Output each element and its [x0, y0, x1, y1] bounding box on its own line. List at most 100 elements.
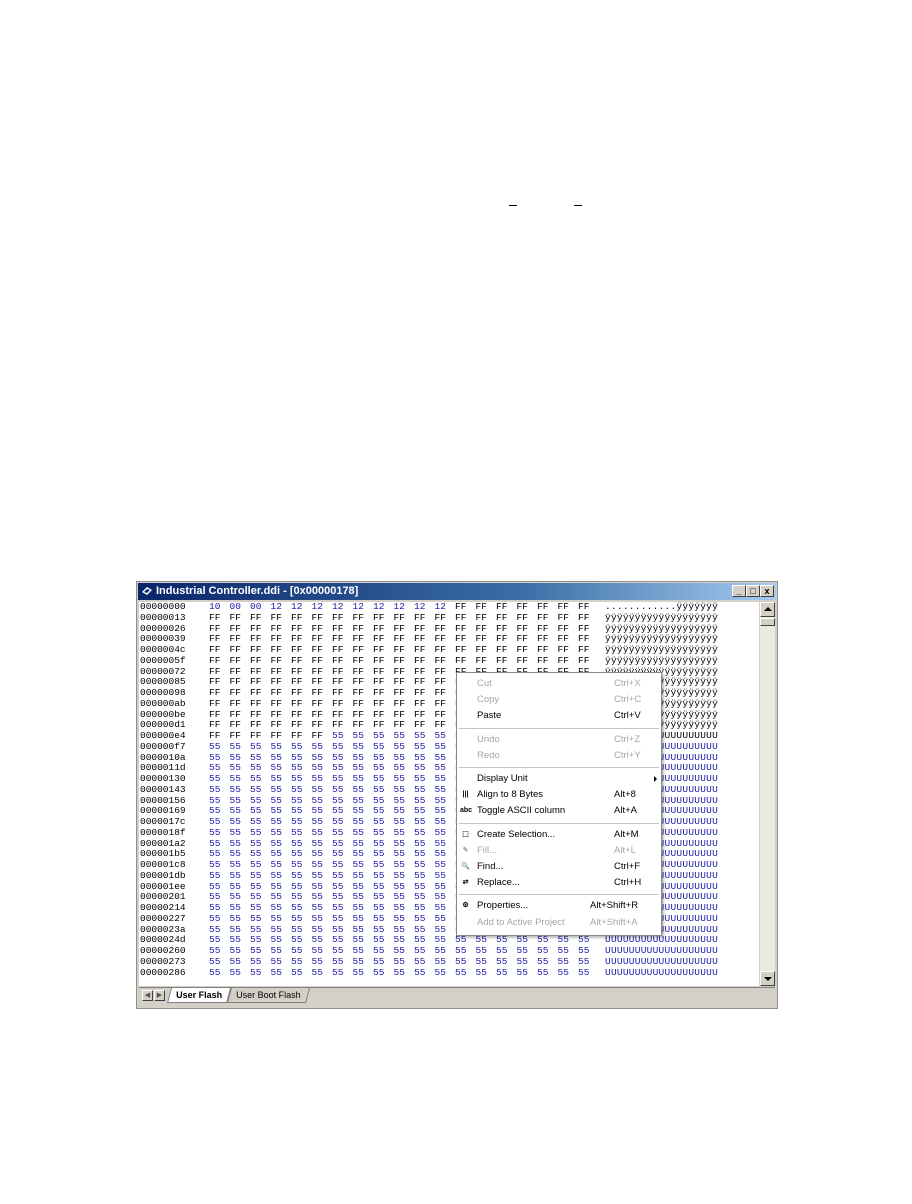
hex-byte[interactable]: 55 — [291, 913, 302, 925]
hex-byte[interactable]: 55 — [414, 827, 425, 839]
hex-byte[interactable]: FF — [578, 612, 589, 624]
hex-byte[interactable]: 55 — [250, 827, 261, 839]
hex-byte[interactable]: 55 — [414, 784, 425, 796]
hex-byte[interactable]: 55 — [230, 967, 241, 979]
hex-byte[interactable]: FF — [414, 698, 425, 710]
hex-byte[interactable]: 55 — [373, 913, 384, 925]
hex-byte[interactable]: 55 — [230, 741, 241, 753]
ascii-column[interactable]: UUUUUUUUUUUUUUUUUUU — [605, 967, 718, 979]
hex-byte[interactable]: 55 — [332, 784, 343, 796]
hex-byte[interactable]: FF — [496, 612, 507, 624]
hex-byte[interactable]: FF — [332, 612, 343, 624]
hex-byte[interactable]: 55 — [250, 784, 261, 796]
hex-byte[interactable]: FF — [517, 612, 528, 624]
hex-byte[interactable]: FF — [353, 612, 364, 624]
hex-byte[interactable]: 55 — [373, 741, 384, 753]
hex-byte[interactable]: 55 — [537, 967, 548, 979]
tab-prev-button[interactable]: ◀ — [142, 990, 153, 1001]
hex-byte[interactable]: FF — [373, 655, 384, 667]
hex-byte[interactable]: 55 — [291, 967, 302, 979]
hex-byte[interactable]: FF — [476, 655, 487, 667]
hex-byte[interactable]: 55 — [476, 956, 487, 968]
hex-byte[interactable]: FF — [496, 655, 507, 667]
hex-byte[interactable]: 55 — [250, 967, 261, 979]
hex-byte[interactable]: FF — [209, 612, 220, 624]
menu-item-align-to-8-bytes[interactable]: ||| Align to 8 Bytes Alt+8 — [457, 787, 661, 803]
hex-byte[interactable]: FF — [271, 655, 282, 667]
hex-byte[interactable]: 55 — [312, 956, 323, 968]
menu-item-replace[interactable]: ⇄ Replace... Ctrl+H — [457, 875, 661, 891]
menu-item-fill[interactable]: ✎ Fill... Alt+L — [457, 843, 661, 859]
hex-byte[interactable]: 55 — [271, 741, 282, 753]
menu-item-find[interactable]: 🔍 Find... Ctrl+F — [457, 859, 661, 875]
hex-byte[interactable]: 55 — [558, 967, 569, 979]
hex-byte[interactable]: 55 — [250, 870, 261, 882]
hex-byte[interactable]: FF — [312, 655, 323, 667]
hex-byte[interactable]: FF — [435, 612, 446, 624]
hex-byte[interactable]: FF — [271, 698, 282, 710]
hex-byte[interactable]: 55 — [435, 784, 446, 796]
hex-byte[interactable]: 55 — [394, 967, 405, 979]
hex-byte[interactable]: 55 — [250, 741, 261, 753]
menu-item-copy[interactable]: Copy Ctrl+C — [457, 692, 661, 708]
hex-byte[interactable]: FF — [414, 612, 425, 624]
hex-byte[interactable]: 55 — [312, 784, 323, 796]
hex-byte[interactable]: 55 — [476, 967, 487, 979]
hex-byte[interactable]: 55 — [353, 967, 364, 979]
hex-byte[interactable]: 55 — [414, 741, 425, 753]
hex-byte[interactable]: 55 — [435, 967, 446, 979]
hex-byte[interactable]: FF — [435, 655, 446, 667]
hex-byte[interactable]: 55 — [332, 827, 343, 839]
hex-byte[interactable]: FF — [312, 698, 323, 710]
hex-byte[interactable]: 55 — [271, 956, 282, 968]
hex-byte[interactable]: 55 — [353, 784, 364, 796]
hex-byte[interactable]: 55 — [394, 741, 405, 753]
hex-byte[interactable]: FF — [230, 698, 241, 710]
hex-byte[interactable]: 55 — [496, 956, 507, 968]
title-bar[interactable]: Industrial Controller.ddi - [0x00000178]… — [138, 583, 776, 600]
hex-byte[interactable]: 55 — [250, 956, 261, 968]
hex-byte[interactable]: FF — [558, 612, 569, 624]
hex-byte[interactable]: FF — [250, 612, 261, 624]
hex-byte[interactable]: 55 — [332, 956, 343, 968]
hex-byte[interactable]: 55 — [435, 870, 446, 882]
hex-byte[interactable]: 55 — [291, 784, 302, 796]
hex-byte[interactable]: 55 — [496, 967, 507, 979]
hex-byte[interactable]: FF — [230, 655, 241, 667]
minimize-button[interactable]: _ — [732, 585, 746, 597]
hex-byte[interactable]: FF — [414, 655, 425, 667]
menu-item-add-to-active-project[interactable]: Add to Active Project Alt+Shift+A — [457, 915, 661, 931]
menu-item-paste[interactable]: Paste Ctrl+V — [457, 708, 661, 724]
hex-byte[interactable]: 55 — [271, 870, 282, 882]
hex-byte[interactable]: 55 — [394, 870, 405, 882]
maximize-button[interactable]: □ — [746, 585, 760, 597]
hex-byte[interactable]: 55 — [312, 827, 323, 839]
hex-byte[interactable]: FF — [209, 698, 220, 710]
hex-byte[interactable]: 55 — [353, 741, 364, 753]
hex-byte[interactable]: 55 — [209, 913, 220, 925]
hex-byte[interactable]: 55 — [271, 967, 282, 979]
hex-byte[interactable]: 55 — [332, 870, 343, 882]
hex-byte[interactable]: 55 — [455, 967, 466, 979]
hex-byte[interactable]: 55 — [230, 870, 241, 882]
hex-byte[interactable]: FF — [209, 655, 220, 667]
hex-byte[interactable]: 55 — [353, 827, 364, 839]
hex-byte[interactable]: 55 — [312, 870, 323, 882]
hex-byte[interactable]: FF — [353, 655, 364, 667]
hex-byte[interactable]: 55 — [230, 913, 241, 925]
hex-byte[interactable]: 55 — [373, 956, 384, 968]
hex-byte[interactable]: 55 — [435, 913, 446, 925]
hex-byte[interactable]: 55 — [250, 913, 261, 925]
hex-byte[interactable]: FF — [558, 655, 569, 667]
hex-byte[interactable]: 55 — [332, 913, 343, 925]
hex-byte[interactable]: FF — [537, 655, 548, 667]
close-button[interactable]: x — [760, 585, 774, 597]
hex-byte[interactable]: 55 — [394, 827, 405, 839]
hex-byte[interactable]: FF — [373, 698, 384, 710]
scroll-up-button[interactable] — [760, 602, 775, 617]
vertical-scrollbar[interactable] — [760, 602, 775, 986]
hex-byte[interactable]: 55 — [455, 956, 466, 968]
ascii-column[interactable]: UUUUUUUUUUUUUUUUUUU — [605, 956, 718, 968]
hex-byte[interactable]: 55 — [209, 967, 220, 979]
hex-byte[interactable]: FF — [353, 698, 364, 710]
